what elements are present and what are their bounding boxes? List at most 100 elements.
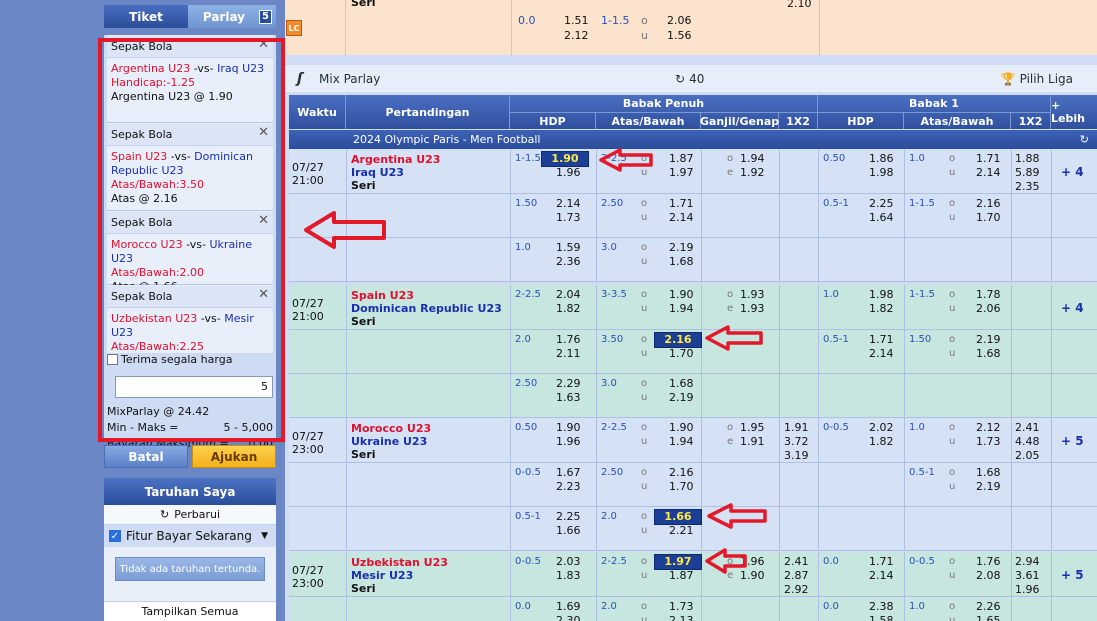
- h1-hdp-away-odds[interactable]: 2.14: [869, 347, 894, 361]
- odd-odds[interactable]: 1.96: [740, 555, 765, 569]
- under-odds[interactable]: 1.70: [669, 347, 694, 361]
- fulltime-1x2-odds[interactable]: 3.72: [784, 435, 809, 449]
- my-bets-title[interactable]: Taruhan Saya: [104, 478, 276, 505]
- h1-over-odds[interactable]: 2.19: [976, 333, 1001, 347]
- fulltime-1x2-odds[interactable]: 2.87: [784, 569, 809, 583]
- fulltime-1x2-odds[interactable]: 2.92: [784, 583, 809, 597]
- prev-over-odds[interactable]: 2.06: [667, 14, 692, 27]
- h1-under-odds[interactable]: 2.06: [976, 302, 1001, 316]
- over-odds[interactable]: 1.71: [669, 197, 694, 211]
- hdp-away-odds[interactable]: 2.23: [556, 480, 581, 494]
- even-odds[interactable]: 1.92: [740, 166, 765, 180]
- selected-odds[interactable]: 1.66: [654, 509, 702, 525]
- caret-down-icon[interactable]: ▼: [261, 531, 268, 541]
- pay-now-feature[interactable]: ✓ Fitur Bayar Sekarang ▼: [104, 525, 276, 547]
- hdp-away-odds[interactable]: 2.36: [556, 255, 581, 269]
- over-odds[interactable]: 1.90: [669, 421, 694, 435]
- h1-over-odds[interactable]: 1.71: [976, 152, 1001, 166]
- h1-over-odds[interactable]: 2.12: [976, 421, 1001, 435]
- hdp-home-odds[interactable]: 2.04: [556, 288, 581, 302]
- hdp-home-odds[interactable]: 2.29: [556, 377, 581, 391]
- under-odds[interactable]: 2.19: [669, 391, 694, 405]
- h1-under-odds[interactable]: 1.68: [976, 347, 1001, 361]
- refresh-count[interactable]: ↻ 40: [675, 72, 704, 86]
- half-1x2-odds[interactable]: 2.05: [1015, 449, 1040, 463]
- half-1x2-odds[interactable]: 2.94: [1015, 555, 1040, 569]
- h1-hdp-away-odds[interactable]: 1.58: [869, 614, 894, 621]
- hdp-away-odds[interactable]: 1.66: [556, 524, 581, 538]
- over-odds[interactable]: 1.90: [669, 288, 694, 302]
- selected-odds[interactable]: 2.16: [654, 332, 702, 348]
- under-odds[interactable]: 1.87: [669, 569, 694, 583]
- half-1x2-odds[interactable]: 2.35: [1015, 180, 1040, 194]
- cancel-button[interactable]: Batal: [104, 445, 188, 468]
- hdp-away-odds[interactable]: 2.11: [556, 347, 581, 361]
- odd-odds[interactable]: 1.93: [740, 288, 765, 302]
- more-markets-button[interactable]: + 4: [1061, 301, 1084, 315]
- under-odds[interactable]: 2.14: [669, 211, 694, 225]
- h1-hdp-home-odds[interactable]: 1.71: [869, 555, 894, 569]
- league-refresh-icon[interactable]: ↻: [1080, 133, 1089, 146]
- hdp-away-odds[interactable]: 1.96: [556, 435, 581, 449]
- under-odds[interactable]: 2.13: [669, 614, 694, 621]
- checkbox-icon[interactable]: [107, 354, 118, 365]
- half-1x2-odds[interactable]: 1.88: [1015, 152, 1040, 166]
- selected-odds[interactable]: 1.90: [541, 151, 589, 167]
- prev-under-odds[interactable]: 1.56: [667, 29, 692, 42]
- h1-hdp-home-odds[interactable]: 1.71: [869, 333, 894, 347]
- under-odds[interactable]: 1.70: [669, 480, 694, 494]
- hdp-away-odds[interactable]: 1.82: [556, 302, 581, 316]
- more-markets-button[interactable]: + 5: [1061, 434, 1084, 448]
- fulltime-1x2-odds[interactable]: 1.91: [784, 421, 809, 435]
- h1-under-odds[interactable]: 2.08: [976, 569, 1001, 583]
- h1-under-odds[interactable]: 2.14: [976, 166, 1001, 180]
- hdp-home-odds[interactable]: 1.76: [556, 333, 581, 347]
- over-odds[interactable]: 2.16: [669, 466, 694, 480]
- h1-hdp-away-odds[interactable]: 2.14: [869, 569, 894, 583]
- hdp-away-odds[interactable]: 1.73: [556, 211, 581, 225]
- hdp-home-odds[interactable]: 1.67: [556, 466, 581, 480]
- h1-over-odds[interactable]: 1.76: [976, 555, 1001, 569]
- fulltime-1x2-odds[interactable]: 2.41: [784, 555, 809, 569]
- odd-odds[interactable]: 1.94: [740, 152, 765, 166]
- close-icon[interactable]: ✕: [258, 288, 269, 301]
- hdp-home-odds[interactable]: 2.25: [556, 510, 581, 524]
- tab-tiket[interactable]: Tiket: [104, 5, 188, 28]
- submit-button[interactable]: Ajukan: [192, 445, 276, 468]
- hdp-home-odds[interactable]: 1.59: [556, 241, 581, 255]
- h1-hdp-home-odds[interactable]: 1.98: [869, 288, 894, 302]
- selected-odds[interactable]: 1.97: [654, 554, 702, 570]
- even-odds[interactable]: 1.93: [740, 302, 765, 316]
- h1-hdp-away-odds[interactable]: 1.82: [869, 435, 894, 449]
- close-icon[interactable]: ✕: [258, 126, 269, 139]
- prev-hdp-away[interactable]: 2.12: [564, 29, 589, 42]
- hdp-home-odds[interactable]: 1.69: [556, 600, 581, 614]
- odd-odds[interactable]: 1.95: [740, 421, 765, 435]
- h1-under-odds[interactable]: 1.73: [976, 435, 1001, 449]
- hdp-home-odds[interactable]: 1.90: [556, 421, 581, 435]
- h1-under-odds[interactable]: 1.65: [976, 614, 1001, 621]
- even-odds[interactable]: 1.91: [740, 435, 765, 449]
- h1-under-odds[interactable]: 2.19: [976, 480, 1001, 494]
- live-casino-icon[interactable]: LC: [286, 20, 302, 36]
- h1-hdp-away-odds[interactable]: 1.82: [869, 302, 894, 316]
- checkbox-checked-icon[interactable]: ✓: [109, 530, 121, 542]
- hdp-away-odds[interactable]: 2.30: [556, 614, 581, 621]
- h1-hdp-home-odds[interactable]: 2.25: [869, 197, 894, 211]
- stake-input[interactable]: 5: [115, 376, 273, 398]
- h1-hdp-away-odds[interactable]: 1.64: [869, 211, 894, 225]
- refresh-button[interactable]: ↻ Perbarui: [104, 505, 276, 525]
- close-icon[interactable]: ✕: [258, 214, 269, 227]
- half-1x2-odds[interactable]: 5.89: [1015, 166, 1040, 180]
- more-markets-button[interactable]: + 4: [1061, 165, 1084, 179]
- hdp-away-odds[interactable]: 1.96: [556, 166, 581, 180]
- half-1x2-odds[interactable]: 2.41: [1015, 421, 1040, 435]
- under-odds[interactable]: 2.21: [669, 524, 694, 538]
- tab-parlay[interactable]: Parlay 5: [188, 5, 276, 28]
- under-odds[interactable]: 1.94: [669, 435, 694, 449]
- h1-over-odds[interactable]: 2.16: [976, 197, 1001, 211]
- hdp-home-odds[interactable]: 2.03: [556, 555, 581, 569]
- half-1x2-odds[interactable]: 1.96: [1015, 583, 1040, 597]
- h1-over-odds[interactable]: 1.68: [976, 466, 1001, 480]
- half-1x2-odds[interactable]: 4.48: [1015, 435, 1040, 449]
